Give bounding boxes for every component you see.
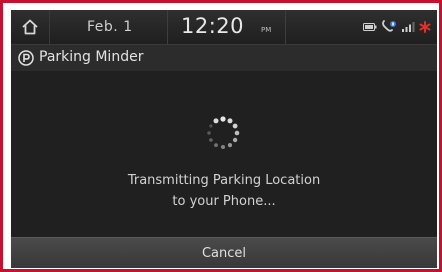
status-icons <box>363 19 431 35</box>
loading-spinner-icon <box>207 116 240 149</box>
alert-icon <box>419 21 431 33</box>
status-bar: Feb. 1 12:20 PM <box>11 10 437 44</box>
page-title: Parking Minder <box>39 49 144 65</box>
status-message-line2: to your Phone... <box>172 194 276 209</box>
title-bar: Parking Minder <box>11 44 437 72</box>
bluetooth-phone-icon <box>382 20 396 32</box>
clock-time: 12:20 <box>181 14 245 38</box>
loading-panel: Transmitting Parking Location to your Ph… <box>11 71 437 237</box>
date-display: Feb. 1 <box>87 19 133 35</box>
screenshot-frame: Feb. 1 12:20 PM Parking Minder Transmitt… <box>0 0 442 272</box>
head-unit-screen: Feb. 1 12:20 PM Parking Minder Transmitt… <box>11 10 437 268</box>
signal-icon <box>402 22 415 32</box>
status-divider <box>167 10 168 44</box>
status-message: Transmitting Parking Location to your Ph… <box>11 170 437 212</box>
battery-icon <box>363 23 377 31</box>
home-button[interactable] <box>11 10 50 44</box>
cancel-button[interactable]: Cancel <box>11 237 437 268</box>
clock-ampm: PM <box>261 26 272 34</box>
status-message-line1: Transmitting Parking Location <box>127 173 321 188</box>
home-icon <box>22 19 38 35</box>
parking-icon <box>18 50 34 66</box>
status-divider <box>285 10 286 44</box>
